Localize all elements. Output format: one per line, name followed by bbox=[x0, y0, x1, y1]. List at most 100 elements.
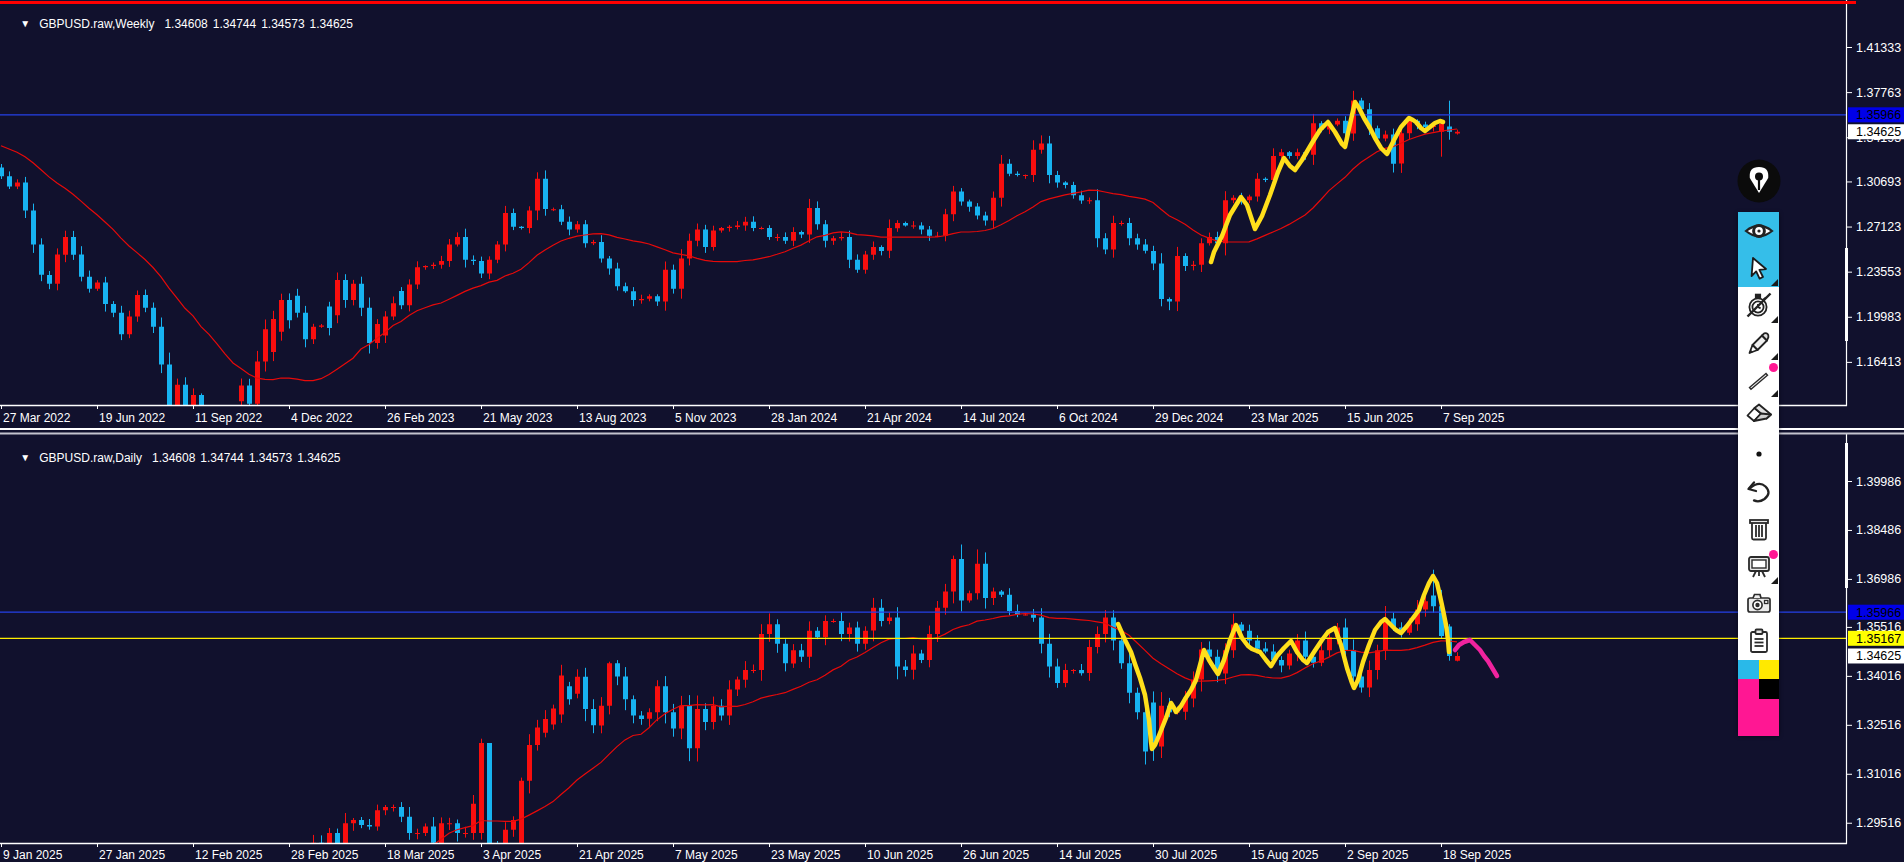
symbol-period-label: GBPUSD.raw,Weekly bbox=[39, 17, 154, 31]
blue-level-price-text: 1.35966 bbox=[1856, 606, 1901, 620]
active-color-swatch[interactable] bbox=[1738, 699, 1779, 736]
y-axis-label: 1.39986 bbox=[1856, 475, 1901, 489]
x-axis-label: 4 Dec 2022 bbox=[291, 411, 353, 425]
yellow-level-price-text: 1.35167 bbox=[1856, 632, 1901, 646]
y-axis-label: 1.30693 bbox=[1856, 175, 1901, 189]
x-axis-label: 18 Sep 2025 bbox=[1443, 848, 1511, 862]
tool-clipboard[interactable] bbox=[1738, 622, 1779, 659]
x-axis-label: 2 Sep 2025 bbox=[1347, 848, 1409, 862]
y-axis-label: 1.32516 bbox=[1856, 718, 1901, 732]
ohlc-high: 1.34744 bbox=[200, 451, 243, 465]
daily-chart-title: ▼GBPUSD.raw,Daily1.346081.347441.345731.… bbox=[7, 437, 346, 479]
symbol-period-label: GBPUSD.raw,Daily bbox=[39, 451, 142, 465]
x-axis-label: 28 Jan 2024 bbox=[771, 411, 837, 425]
cursor-icon bbox=[1746, 255, 1772, 281]
x-axis-label: 12 Feb 2025 bbox=[195, 848, 263, 862]
x-axis-label: 29 Dec 2024 bbox=[1155, 411, 1223, 425]
up-candle-bodies bbox=[23, 559, 1460, 862]
collapse-triangle-icon[interactable]: ▼ bbox=[20, 17, 30, 31]
tool-pen-tool[interactable] bbox=[1738, 324, 1779, 361]
flyout-corner-icon bbox=[1771, 577, 1778, 584]
y-axis-label: 1.31016 bbox=[1856, 767, 1901, 781]
x-axis-label: 10 Jun 2025 bbox=[867, 848, 933, 862]
color-swatch-cyan[interactable] bbox=[1738, 660, 1759, 680]
x-axis-label: 15 Jun 2025 bbox=[1347, 411, 1413, 425]
y-axis-label: 1.29516 bbox=[1856, 816, 1901, 830]
line-icon bbox=[1745, 366, 1773, 394]
x-axis-label: 30 Jul 2025 bbox=[1155, 848, 1217, 862]
trash-icon bbox=[1746, 515, 1772, 543]
x-axis-label: 28 Feb 2025 bbox=[291, 848, 359, 862]
pen-icon bbox=[1744, 328, 1774, 358]
x-axis-label: 9 Jan 2025 bbox=[3, 848, 63, 862]
flyout-corner-icon bbox=[1771, 316, 1778, 323]
tool-brush-size[interactable] bbox=[1738, 436, 1779, 473]
ohlc-close: 1.34625 bbox=[310, 17, 353, 31]
x-axis-label: 19 Jun 2022 bbox=[99, 411, 165, 425]
y-axis-label: 1.27123 bbox=[1856, 220, 1901, 234]
weekly-chart-title: ▼GBPUSD.raw,Weekly1.346081.347441.345731… bbox=[7, 3, 358, 45]
x-axis-label: 23 May 2025 bbox=[771, 848, 841, 862]
active-color-dot-icon bbox=[1769, 363, 1778, 372]
collapse-triangle-icon[interactable]: ▼ bbox=[20, 451, 30, 465]
blue-level-price-text: 1.35966 bbox=[1856, 108, 1901, 122]
clipboard-icon bbox=[1746, 627, 1772, 655]
window-splitter[interactable] bbox=[0, 428, 1904, 430]
x-axis-label: 23 Mar 2025 bbox=[1251, 411, 1319, 425]
price-scale-thumb[interactable] bbox=[1845, 443, 1848, 588]
tool-cursor-tool[interactable] bbox=[1738, 249, 1779, 286]
x-axis-label: 14 Jul 2025 bbox=[1059, 848, 1121, 862]
flyout-corner-icon bbox=[1771, 279, 1778, 286]
ma-line[interactable] bbox=[1, 129, 1457, 381]
x-axis-label: 26 Jun 2025 bbox=[963, 848, 1029, 862]
active-color-dot-icon bbox=[1769, 550, 1778, 559]
x-axis-label: 11 Sep 2022 bbox=[195, 411, 262, 425]
x-axis-label: 6 Oct 2024 bbox=[1059, 411, 1118, 425]
window-splitter-shade bbox=[0, 433, 1904, 435]
y-axis-label: 1.37763 bbox=[1856, 86, 1901, 100]
up-candle-bodies bbox=[15, 101, 1460, 491]
ma-line[interactable] bbox=[1, 614, 1457, 862]
y-axis-label: 1.16413 bbox=[1856, 355, 1901, 369]
y-axis-label: 1.41333 bbox=[1856, 41, 1901, 55]
camera-icon bbox=[1744, 591, 1774, 617]
ohlc-open: 1.34608 bbox=[152, 451, 195, 465]
tool-toggle-ink-visibility[interactable] bbox=[1738, 212, 1779, 249]
current-price-text: 1.34625 bbox=[1856, 649, 1901, 663]
y-axis-label: 1.34016 bbox=[1856, 669, 1901, 683]
x-axis-label: 21 Apr 2024 bbox=[867, 411, 932, 425]
tool-eraser-tool[interactable] bbox=[1738, 398, 1779, 435]
tool-whiteboard[interactable] bbox=[1738, 548, 1779, 585]
color-swatch-magenta[interactable] bbox=[1738, 679, 1759, 699]
x-axis-label: 21 May 2023 bbox=[483, 411, 553, 425]
daily-plot-area[interactable] bbox=[0, 545, 1846, 862]
down-candle-wicks bbox=[2, 545, 1450, 862]
color-swatch-black[interactable] bbox=[1759, 679, 1780, 699]
y-axis-label: 1.38486 bbox=[1856, 523, 1901, 537]
y-axis-label: 1.23553 bbox=[1856, 265, 1901, 279]
tool-clear-all[interactable] bbox=[1738, 510, 1779, 547]
tool-screenshot[interactable] bbox=[1738, 585, 1779, 622]
color-swatch-yellow[interactable] bbox=[1759, 660, 1780, 680]
x-axis-label: 13 Aug 2023 bbox=[579, 411, 647, 425]
x-axis-label: 21 Apr 2025 bbox=[579, 848, 644, 862]
eraser-icon bbox=[1742, 401, 1776, 433]
y-axis-label: 1.19983 bbox=[1856, 310, 1901, 324]
charts-canvas[interactable]: 27 Mar 2022 19 Jun 2022 11 Sep 2022 4 Dec 2… bbox=[0, 0, 1904, 862]
price-scale-thumb[interactable] bbox=[1845, 248, 1848, 341]
x-axis-label: 5 Nov 2023 bbox=[675, 411, 737, 425]
down-candle-bodies bbox=[0, 101, 1452, 491]
tool-screen-freeze[interactable] bbox=[1738, 287, 1779, 324]
tool-line-tool[interactable] bbox=[1738, 361, 1779, 398]
x-axis-label: 18 Mar 2025 bbox=[387, 848, 455, 862]
x-axis-label: 27 Mar 2022 bbox=[3, 411, 71, 425]
x-axis-label: 15 Aug 2025 bbox=[1251, 848, 1319, 862]
tool-undo[interactable] bbox=[1738, 473, 1779, 510]
x-axis-label: 26 Feb 2023 bbox=[387, 411, 455, 425]
ohlc-open: 1.34608 bbox=[164, 17, 207, 31]
epicpen-logo-handle[interactable] bbox=[1736, 158, 1782, 204]
annotation-toolbar bbox=[1738, 212, 1779, 735]
y-axis-label: 1.36986 bbox=[1856, 572, 1901, 586]
ohlc-low: 1.34573 bbox=[249, 451, 292, 465]
x-axis-label: 3 Apr 2025 bbox=[483, 848, 541, 862]
